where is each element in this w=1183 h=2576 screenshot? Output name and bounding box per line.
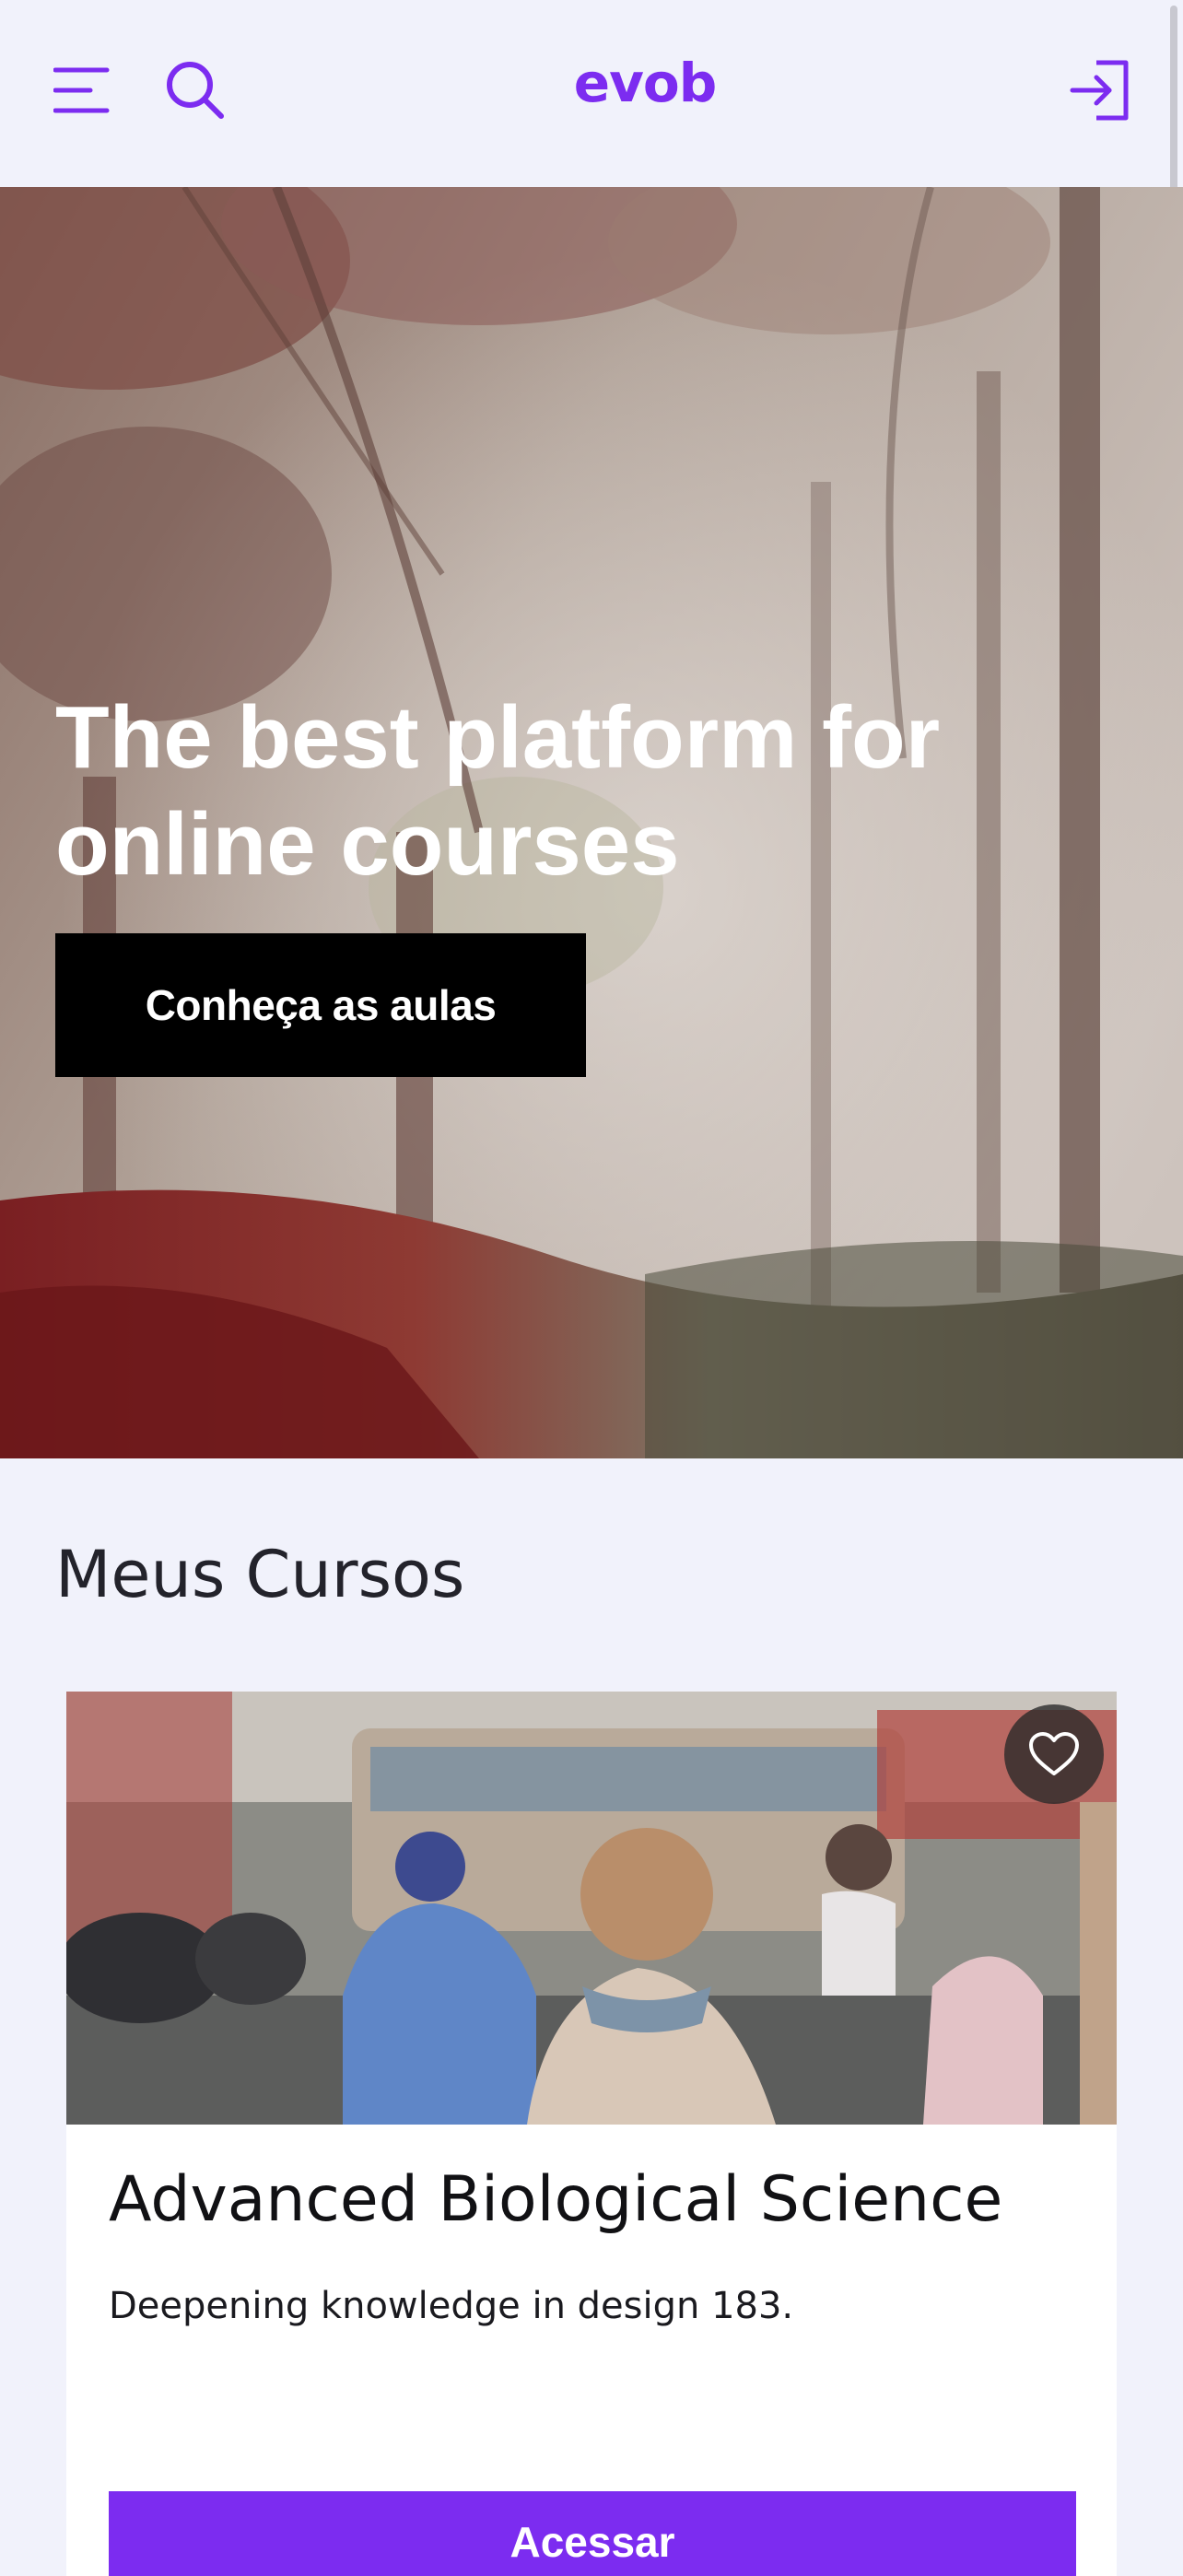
top-bar: evob [0,0,1183,187]
favorite-button[interactable] [1004,1704,1104,1804]
course-image [66,1692,1117,2125]
logo-text: evob [573,52,718,114]
login-icon[interactable] [1069,59,1131,122]
course-description: Deepening knowledge in design 183. [109,2285,794,2327]
search-icon[interactable] [164,59,225,120]
heart-icon [1029,1732,1079,1775]
course-card[interactable]: Advanced Biological Science Deepening kn… [66,1692,1117,2576]
hero-title: The best platform for online courses [55,688,941,894]
menu-icon[interactable] [53,63,111,120]
course-title: Advanced Biological Science [109,2163,1003,2236]
logo[interactable]: evob [571,37,719,129]
explore-classes-button[interactable]: Conheça as aulas [55,933,586,1077]
hero-banner: The best platform for online courses Con… [0,187,1183,1458]
access-course-button[interactable]: Acessar [109,2491,1076,2576]
section-title: Meus Cursos [55,1537,465,1612]
